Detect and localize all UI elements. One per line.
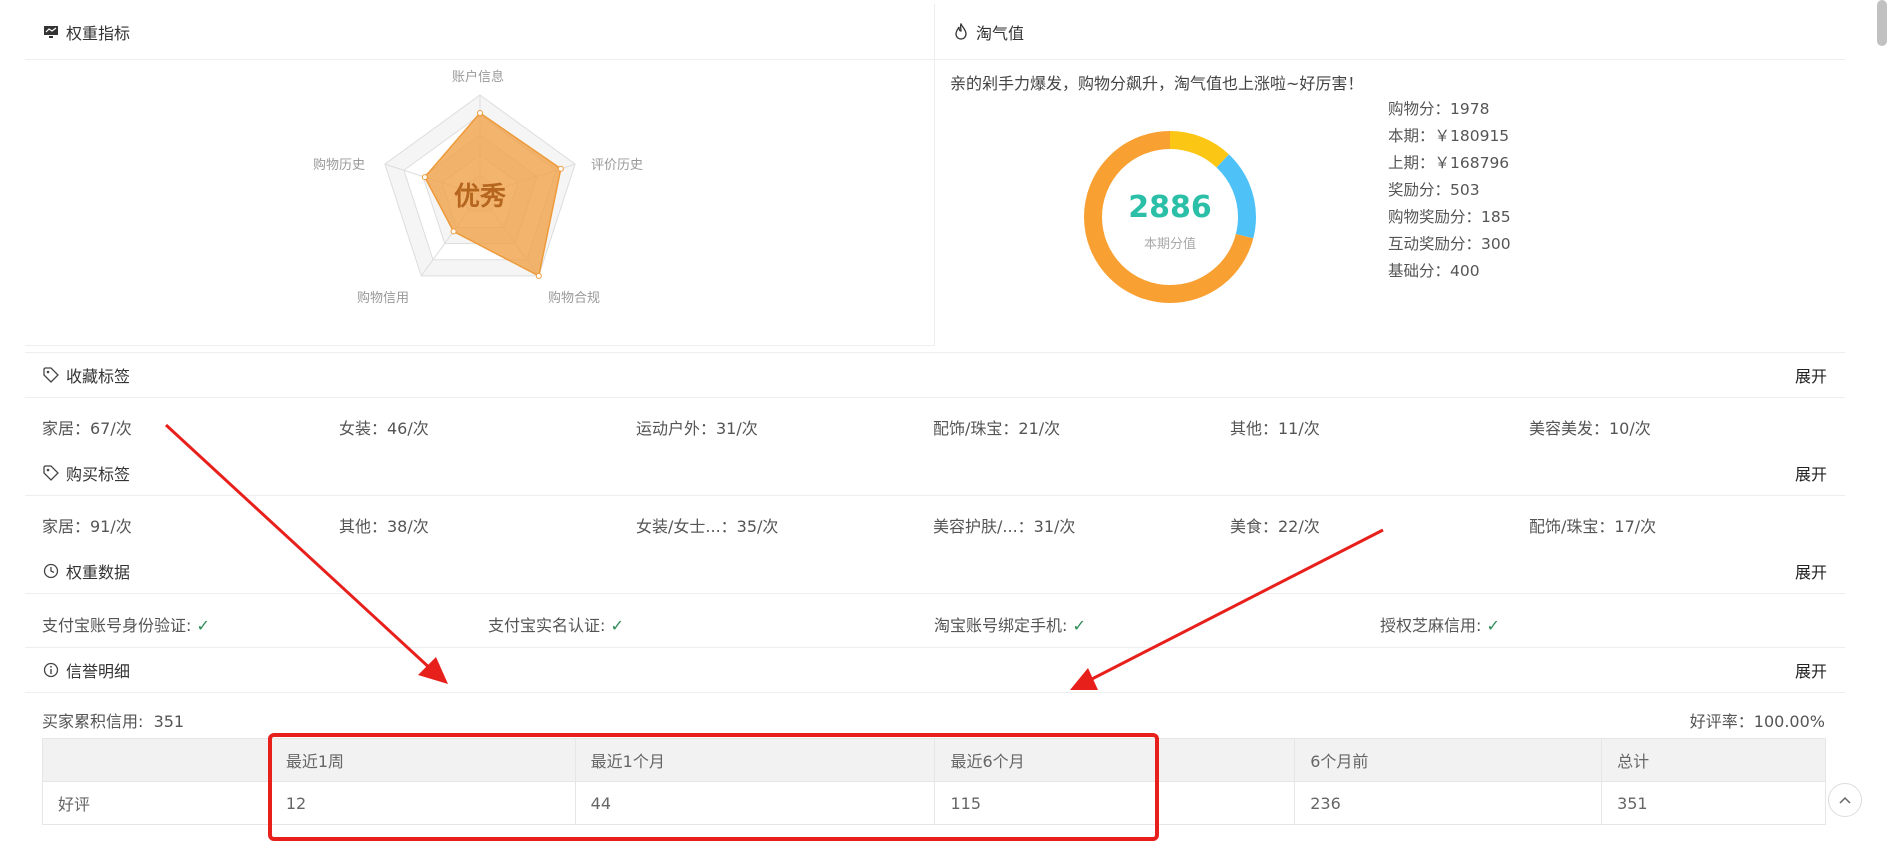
back-to-top-button[interactable] <box>1828 783 1862 817</box>
radar-label-account: 账户信息 <box>452 70 505 85</box>
check-icon: ✓ <box>610 616 624 635</box>
good-rate: 好评率：100.00% <box>1689 712 1825 731</box>
weight-data-expand-button[interactable]: 展开 <box>1795 559 1827 583</box>
verify-alipay-realname: 支付宝实名认证: ✓ <box>488 612 624 636</box>
buy-tag-item: 配饰/珠宝：17/次 <box>1529 517 1657 536</box>
buy-tag-item: 其他：38/次 <box>339 517 429 536</box>
weight-indicator-panel: 权重指标 优秀 账户信息 评价历史 购物合规 购物信用 购物历史 <box>25 4 935 346</box>
collect-tag-item: 女装：46/次 <box>339 419 429 438</box>
credit-detail-header: 信誉明细 展开 <box>25 647 1845 693</box>
table-cell: 236 <box>1294 781 1603 825</box>
credit-detail-expand-button[interactable]: 展开 <box>1795 658 1827 682</box>
radar-point <box>557 165 564 172</box>
monitor-icon <box>42 23 60 41</box>
collect-tag-item: 其他：11/次 <box>1230 419 1320 438</box>
weight-data-list: 支付宝账号身份验证: ✓ 支付宝实名认证: ✓ 淘宝账号绑定手机: ✓ 授权芝麻… <box>42 608 1842 638</box>
radar-label-history: 购物历史 <box>313 158 366 173</box>
radar-label-credit: 购物信用 <box>357 291 410 306</box>
collect-tag-item: 运动户外：31/次 <box>636 419 758 438</box>
weight-indicator-header: 权重指标 <box>25 4 934 60</box>
verify-alipay-identity: 支付宝账号身份验证: ✓ <box>42 612 210 636</box>
collect-tag-item: 美容美发：10/次 <box>1529 419 1651 438</box>
annotation-highlight-box <box>268 733 1159 841</box>
radar-label-compliance: 购物合规 <box>548 291 601 306</box>
page: 权重指标 优秀 账户信息 评价历史 购物合规 购物信用 购物历史 淘气值 亲的剁… <box>0 0 1893 847</box>
scrollbar-thumb[interactable] <box>1877 0 1887 46</box>
weight-data-title: 权重数据 <box>66 562 131 582</box>
flame-icon <box>952 22 970 41</box>
buy-tags-header: 购买标签 展开 <box>25 450 1845 496</box>
taoqi-stats: 购物分：1978 本期：￥180915 上期：￥168796 奖励分：503 购… <box>1388 96 1511 285</box>
buy-tags-title: 购买标签 <box>66 464 131 484</box>
table-header-cell: 6个月前 <box>1294 738 1603 782</box>
info-icon <box>42 661 60 679</box>
table-cell: 351 <box>1601 781 1826 825</box>
stat-shopping: 购物分：1978 <box>1388 100 1490 118</box>
verify-label: 授权芝麻信用: <box>1380 616 1482 635</box>
stat-interaction-reward: 互动奖励分：300 <box>1388 235 1511 253</box>
weight-data-header: 权重数据 展开 <box>25 548 1845 594</box>
chevron-up-icon <box>1839 796 1851 804</box>
tag-icon <box>42 464 60 482</box>
table-cell: 好评 <box>42 781 271 825</box>
verify-label: 支付宝账号身份验证: <box>42 616 192 635</box>
tag-icon <box>42 366 60 384</box>
verify-label: 淘宝账号绑定手机: <box>934 616 1068 635</box>
check-icon: ✓ <box>196 616 210 635</box>
buyer-credit: 买家累积信用: 351 <box>42 712 185 731</box>
buy-tags-list: 家居：91/次 其他：38/次 女装/女士...：35/次 美容护肤/...：3… <box>42 509 1842 539</box>
verify-label: 支付宝实名认证: <box>488 616 606 635</box>
radar-point <box>450 228 457 235</box>
table-header-cell <box>42 738 271 782</box>
stat-current: 本期：￥180915 <box>1388 127 1510 145</box>
radar-chart: 优秀 <box>384 94 576 279</box>
verify-taobao-phone: 淘宝账号绑定手机: ✓ <box>934 612 1086 636</box>
taoqi-score: 2886 <box>1128 190 1212 225</box>
clock-icon <box>42 562 60 580</box>
taoqi-description: 亲的剁手力爆发，购物分飙升，淘气值也上涨啦~好厉害！ <box>950 74 1364 93</box>
radar-point <box>477 110 483 116</box>
collect-tags-title: 收藏标签 <box>66 367 131 386</box>
collect-tags-list: 家居：67/次 女装：46/次 运动户外：31/次 配饰/珠宝：21/次 其他：… <box>42 411 1842 441</box>
check-icon: ✓ <box>1072 616 1086 635</box>
check-icon: ✓ <box>1486 616 1500 635</box>
taoqi-score-label: 本期分值 <box>1143 237 1196 252</box>
collect-tag-item: 配饰/珠宝：21/次 <box>933 419 1061 438</box>
weight-indicator-title: 权重指标 <box>66 23 131 43</box>
radar-point <box>535 272 542 279</box>
verify-zhima-credit: 授权芝麻信用: ✓ <box>1380 612 1500 636</box>
collect-tags-header: 收藏标签 展开 <box>25 352 1845 398</box>
stat-reward: 奖励分：503 <box>1388 181 1480 199</box>
stat-shopping-reward: 购物奖励分：185 <box>1388 208 1511 226</box>
credit-detail-title: 信誉明细 <box>66 662 131 681</box>
taoqi-title: 淘气值 <box>976 23 1025 43</box>
taoqi-header: 淘气值 <box>935 4 1845 60</box>
stat-previous: 上期：￥168796 <box>1388 154 1510 172</box>
buy-tag-item: 美容护肤/...：31/次 <box>933 517 1076 536</box>
collect-tag-item: 家居：67/次 <box>42 419 132 438</box>
radar-point <box>421 174 428 181</box>
stat-base: 基础分：400 <box>1388 262 1480 280</box>
collect-tags-expand-button[interactable]: 展开 <box>1795 363 1827 387</box>
table-header-cell: 总计 <box>1601 738 1826 782</box>
buy-tag-item: 女装/女士...：35/次 <box>636 517 779 536</box>
buy-tag-item: 家居：91/次 <box>42 517 132 536</box>
buy-tag-item: 美食：22/次 <box>1230 517 1320 536</box>
buy-tags-expand-button[interactable]: 展开 <box>1795 461 1827 485</box>
radar-label-review: 评价历史 <box>591 158 644 173</box>
radar-center-text: 优秀 <box>454 182 506 212</box>
